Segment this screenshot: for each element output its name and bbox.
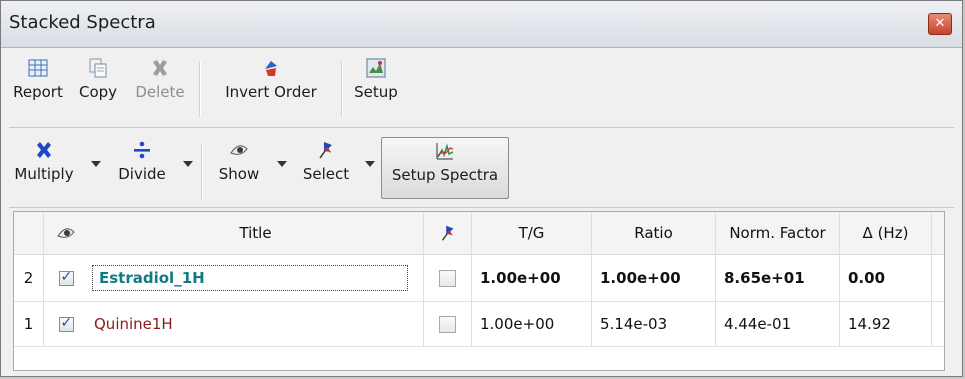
report-label: Report — [13, 83, 63, 101]
pin-icon — [441, 225, 453, 241]
copy-button[interactable]: Copy — [75, 57, 121, 121]
row-index: 2 — [14, 255, 44, 301]
table-report-icon — [28, 59, 48, 77]
multiply-dropdown-arrow[interactable] — [91, 161, 101, 167]
multiply-label: Multiply — [14, 165, 74, 183]
norm-factor-header[interactable]: Norm. Factor — [716, 212, 840, 254]
main-toolbar: Report Copy Delete Invert Order Setup — [9, 51, 954, 128]
table-row[interactable]: 1 Quinine1H 1.00e+00 5.14e-03 4.44e-01 1… — [14, 302, 944, 347]
spectra-toolbar: Multiply Divide Show Select Setup Spectr… — [9, 133, 954, 208]
setup-button[interactable]: Setup — [349, 57, 403, 121]
pin-header[interactable] — [424, 212, 472, 254]
setup-icon — [366, 58, 386, 78]
window-title: Stacked Spectra — [9, 12, 156, 33]
visible-checkbox[interactable] — [44, 255, 88, 301]
copy-icon — [89, 58, 107, 78]
spectrum-title[interactable]: Estradiol_1H — [92, 265, 408, 291]
toolbar-separator — [199, 61, 201, 117]
checkbox-checked[interactable] — [58, 269, 74, 286]
show-dropdown-arrow[interactable] — [277, 161, 287, 167]
pin-checkbox[interactable] — [439, 269, 456, 287]
invert-order-icon — [265, 61, 277, 76]
delete-button[interactable]: Delete — [129, 57, 191, 121]
index-header — [14, 212, 44, 254]
pin-checkbox-cell[interactable] — [424, 255, 472, 301]
delete-label: Delete — [135, 83, 185, 101]
show-button[interactable]: Show — [209, 139, 269, 203]
invert-order-button[interactable]: Invert Order — [207, 57, 335, 121]
setup-spectra-button[interactable]: Setup Spectra — [381, 137, 509, 199]
visibility-header[interactable] — [44, 212, 88, 254]
row-index: 1 — [14, 302, 44, 346]
delta-hz-header[interactable]: Δ (Hz) — [840, 212, 932, 254]
spectra-table: Title T/G Ratio Norm. Factor Δ (Hz) 2 Es… — [13, 211, 945, 371]
tg-cell[interactable]: 1.00e+00 — [472, 302, 592, 346]
delete-icon — [153, 60, 167, 76]
invert-order-label: Invert Order — [225, 83, 317, 101]
eye-icon — [230, 145, 248, 155]
title-cell[interactable]: Estradiol_1H — [88, 255, 424, 301]
visible-checkbox[interactable] — [44, 302, 88, 346]
table-header-row: Title T/G Ratio Norm. Factor Δ (Hz) — [14, 212, 944, 255]
title-bar[interactable]: Stacked Spectra ✕ — [1, 1, 962, 48]
select-label: Select — [302, 165, 350, 183]
report-button[interactable]: Report — [9, 57, 67, 121]
ratio-cell[interactable]: 5.14e-03 — [592, 302, 716, 346]
close-button[interactable]: ✕ — [928, 13, 952, 35]
copy-label: Copy — [78, 83, 118, 101]
setup-label: Setup — [354, 83, 398, 101]
norm-factor-cell[interactable]: 8.65e+01 — [716, 255, 840, 301]
delta-hz-cell[interactable]: 0.00 — [840, 255, 932, 301]
divide-label: Divide — [118, 165, 166, 183]
divide-icon — [134, 141, 150, 159]
eye-icon — [57, 228, 75, 238]
delta-hz-cell[interactable]: 14.92 — [840, 302, 932, 346]
divide-dropdown-arrow[interactable] — [183, 161, 193, 167]
stacked-spectra-window: Stacked Spectra ✕ Report Copy Delete Inv… — [0, 0, 963, 377]
show-label: Show — [218, 165, 260, 183]
setup-spectra-label: Setup Spectra — [391, 166, 499, 184]
spectrum-title[interactable]: Quinine1H — [94, 315, 173, 333]
table-row[interactable]: 2 Estradiol_1H 1.00e+00 1.00e+00 8.65e+0… — [14, 255, 944, 302]
ratio-header[interactable]: Ratio — [592, 212, 716, 254]
ratio-cell[interactable]: 1.00e+00 — [592, 255, 716, 301]
setup-spectra-icon — [436, 143, 454, 160]
checkbox-checked[interactable] — [58, 315, 74, 332]
pin-icon — [319, 142, 332, 159]
pin-checkbox-cell[interactable] — [424, 302, 472, 346]
norm-factor-cell[interactable]: 4.44e-01 — [716, 302, 840, 346]
tg-header[interactable]: T/G — [472, 212, 592, 254]
pin-checkbox[interactable] — [439, 315, 456, 333]
select-button[interactable]: Select — [293, 139, 359, 203]
title-header[interactable]: Title — [88, 212, 424, 254]
divide-button[interactable]: Divide — [109, 139, 175, 203]
multiply-button[interactable]: Multiply — [9, 139, 79, 203]
select-dropdown-arrow[interactable] — [365, 161, 375, 167]
toolbar-separator — [201, 143, 203, 199]
multiply-icon — [37, 142, 51, 158]
title-cell[interactable]: Quinine1H — [88, 302, 424, 346]
tg-cell[interactable]: 1.00e+00 — [472, 255, 592, 301]
toolbar-separator — [341, 61, 343, 117]
